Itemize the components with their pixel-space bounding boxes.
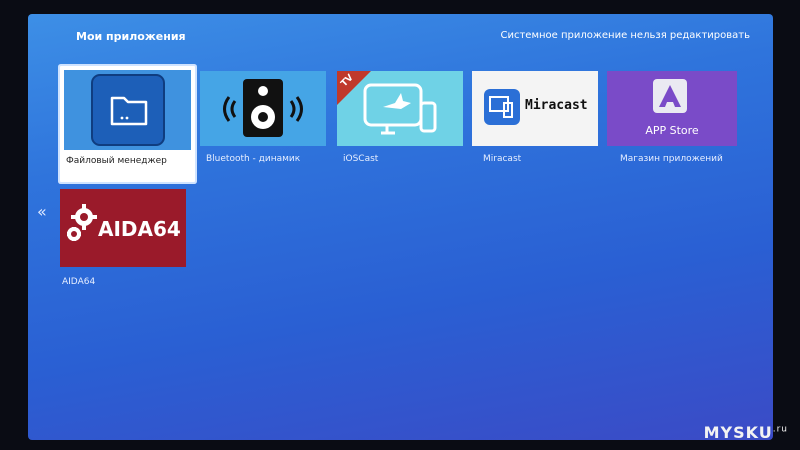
tv-cast-icon bbox=[337, 71, 437, 135]
app-label: Miracast bbox=[483, 154, 522, 164]
app-tile-file-manager[interactable]: Файловый менеджер bbox=[60, 66, 195, 182]
watermark-text: MYSKU bbox=[703, 423, 773, 442]
app-tile-image bbox=[64, 70, 191, 150]
watermark-suffix: .ru bbox=[772, 424, 788, 435]
app-tile-app-store[interactable]: APP Store bbox=[607, 71, 737, 146]
app-tile-miracast[interactable]: Miracast bbox=[472, 71, 598, 146]
back-arrows-icon[interactable]: « bbox=[37, 202, 47, 221]
app-tile-bluetooth-speaker[interactable] bbox=[200, 71, 326, 146]
app-label: Магазин приложений bbox=[620, 154, 723, 164]
app-label: Bluetooth - динамик bbox=[206, 154, 301, 164]
app-tile-ioscast[interactable]: TV bbox=[337, 71, 463, 146]
app-label: iOSCast bbox=[343, 154, 379, 164]
aida64-logo-text: AIDA64 bbox=[98, 217, 181, 241]
launcher-screen: Мои приложения Системное приложение нель… bbox=[28, 14, 773, 440]
miracast-logo-text: Miracast bbox=[525, 98, 588, 113]
folder-icon bbox=[91, 74, 165, 146]
page-title: Мои приложения bbox=[76, 30, 186, 43]
app-tile-aida64[interactable]: AIDA64 bbox=[60, 189, 186, 267]
watermark: MYSKU.ru bbox=[704, 423, 788, 442]
app-label: AIDA64 bbox=[62, 277, 96, 287]
speaker-icon bbox=[223, 79, 303, 137]
app-label: Файловый менеджер bbox=[66, 156, 167, 166]
system-app-note: Системное приложение нельзя редактироват… bbox=[500, 30, 750, 41]
app-store-logo-text: APP Store bbox=[645, 124, 699, 137]
